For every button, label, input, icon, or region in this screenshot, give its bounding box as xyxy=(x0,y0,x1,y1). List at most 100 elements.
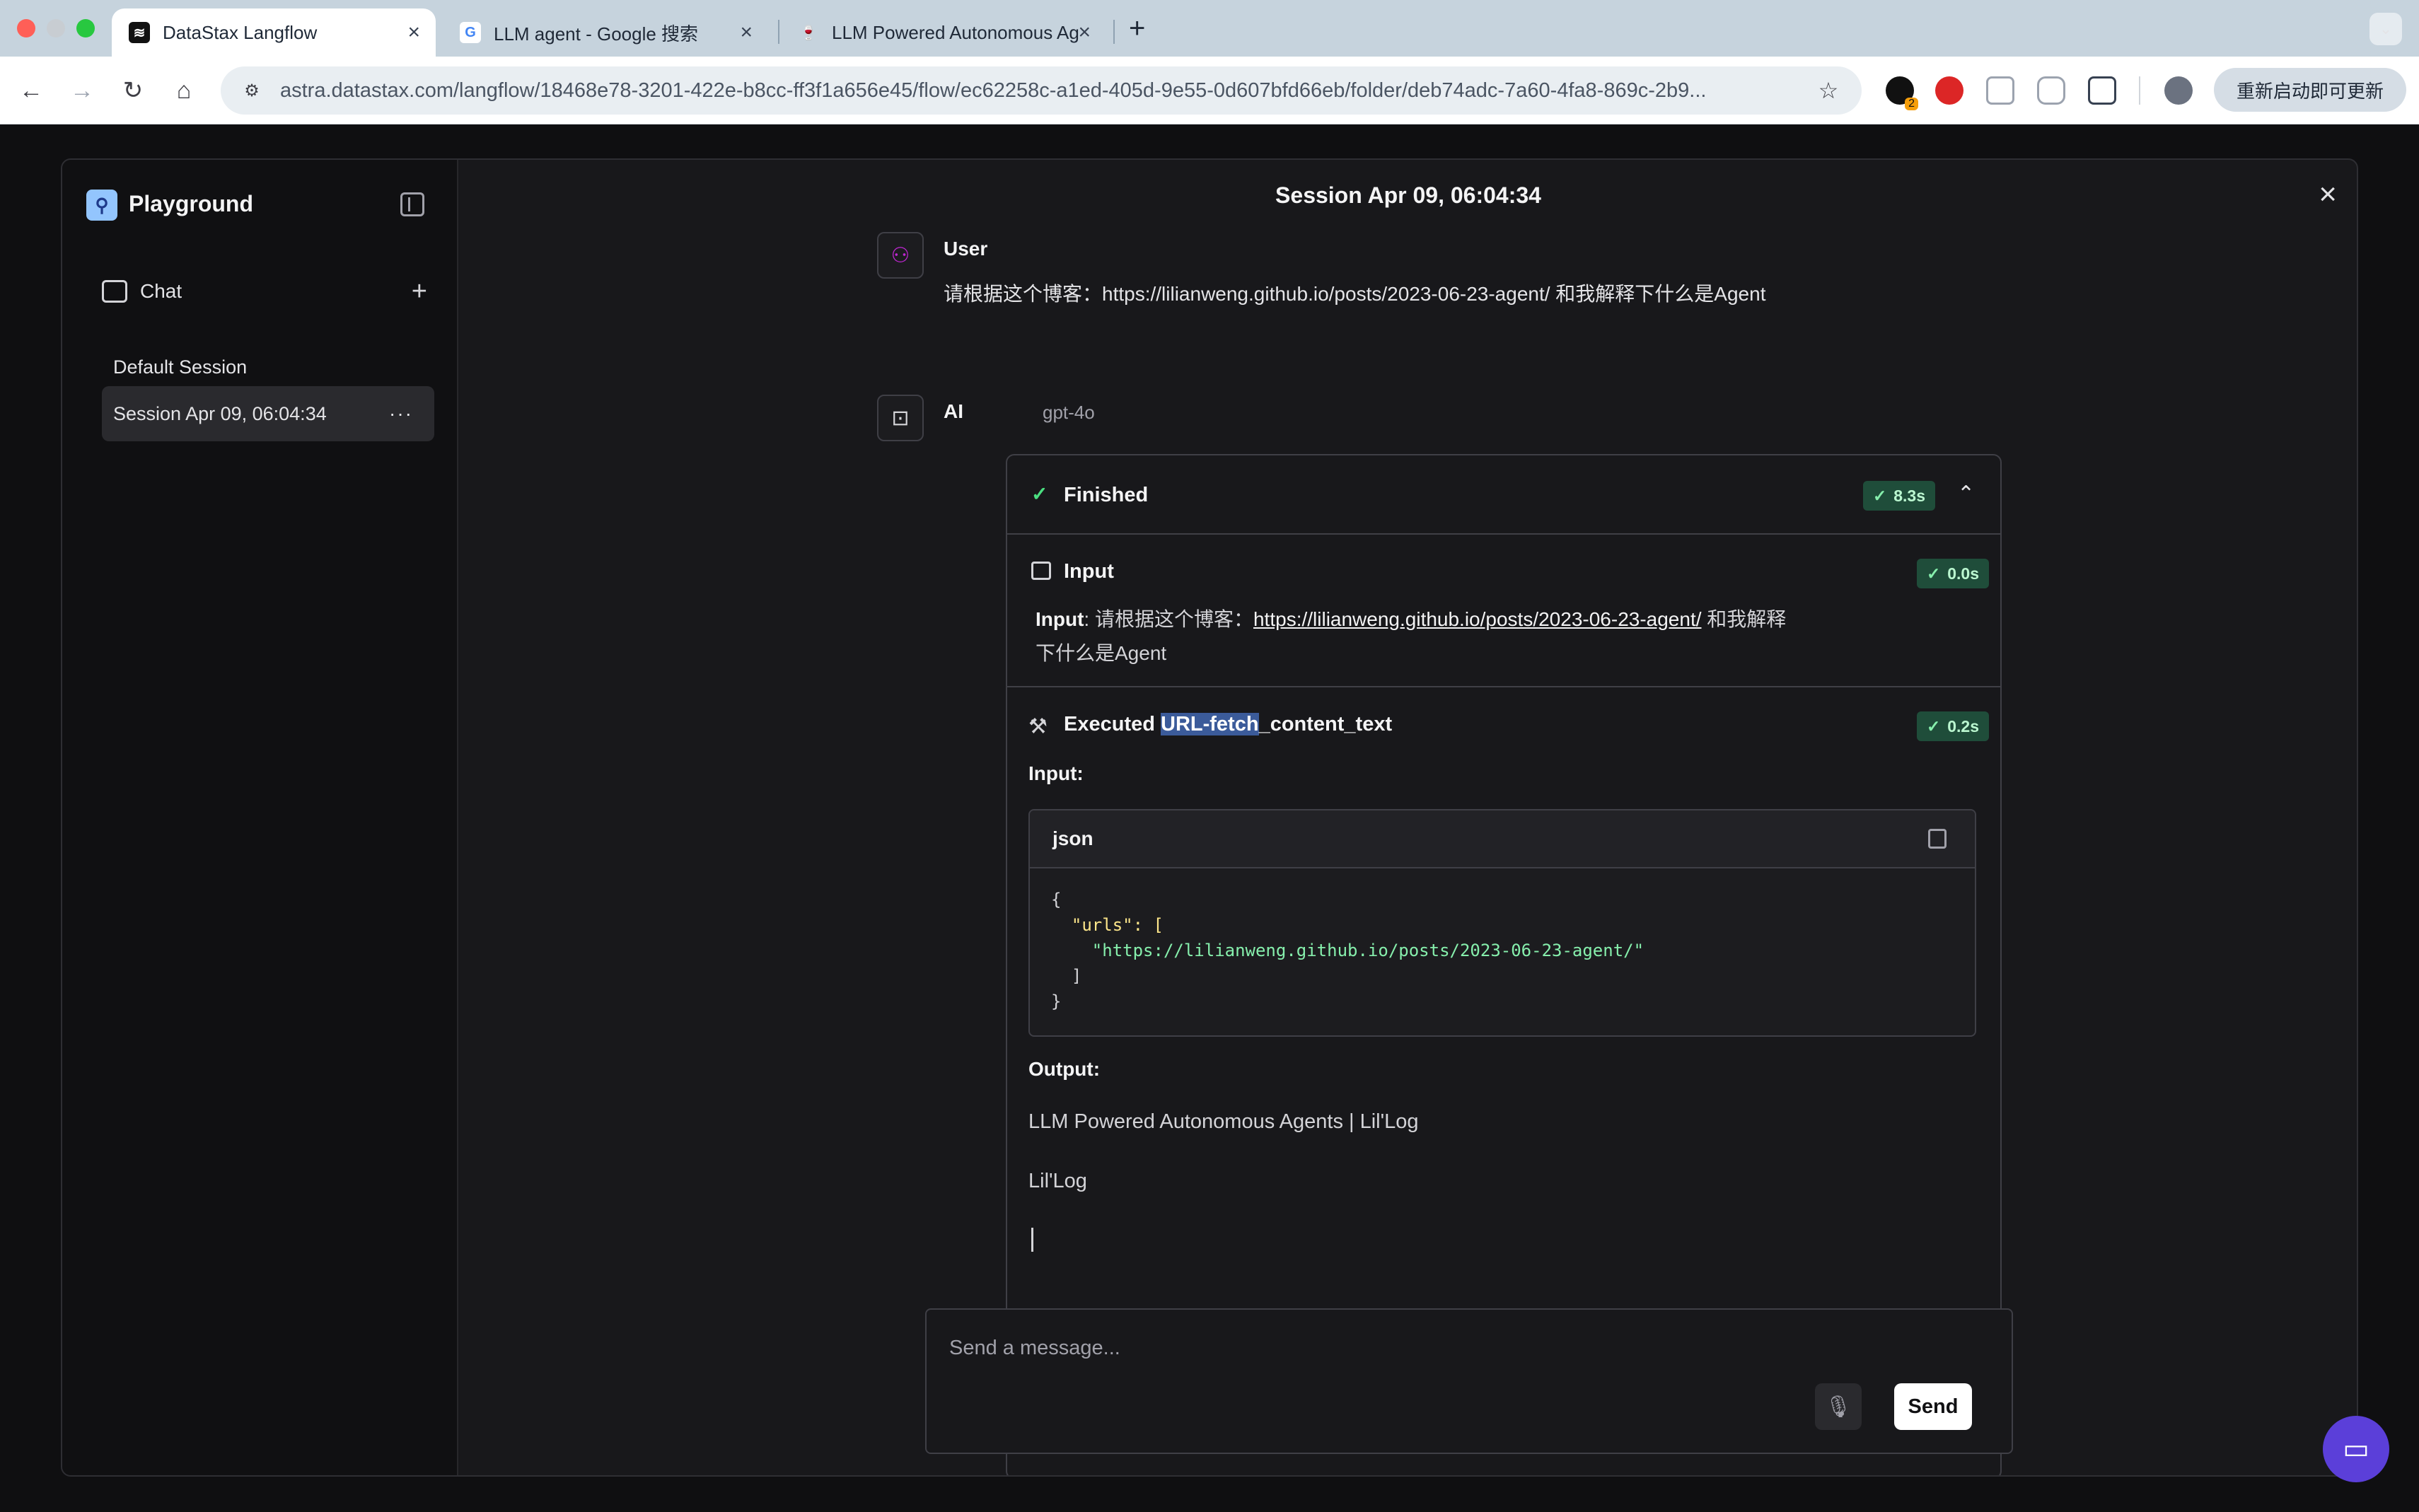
tab-close-icon[interactable]: × xyxy=(1078,21,1091,45)
message-input[interactable] xyxy=(949,1332,1798,1363)
toolbar-divider xyxy=(2139,76,2140,105)
address-bar[interactable]: ⚙ astra.datastax.com/langflow/18468e78-3… xyxy=(221,66,1862,115)
reload-icon[interactable]: ↻ xyxy=(115,72,151,109)
tool-duration-badge: ✓ 0.2s xyxy=(1916,711,1989,741)
url-text[interactable]: astra.datastax.com/langflow/18468e78-320… xyxy=(280,79,1811,103)
new-tab-plus-icon[interactable]: + xyxy=(1129,13,1145,45)
wine-glass-favicon-icon: 🍷 xyxy=(799,25,818,41)
chat-label: Chat xyxy=(140,280,182,302)
code-line: } xyxy=(1051,991,1062,1011)
check-icon: ✓ xyxy=(1926,564,1941,583)
tool-executed-title: Executed URL-fetch_content_text xyxy=(1064,713,1392,736)
back-arrow-icon[interactable]: ← xyxy=(13,72,50,109)
browser-tab-bar: ≋ DataStax Langflow × G LLM agent - Goog… xyxy=(0,0,2419,57)
user-avatar-icon: ⚇ xyxy=(877,232,924,279)
extension-icon-1[interactable]: 2 xyxy=(1886,76,1918,110)
code-block: json { "urls": [ "https://lilianweng.git… xyxy=(1028,809,1976,1037)
code-line: "https://lilianweng.github.io/posts/2023… xyxy=(1051,941,1644,960)
window-close-dot[interactable] xyxy=(17,19,35,37)
session-label: Session Apr 09, 06:04:34 xyxy=(113,402,327,424)
input-suffix: 和我解释 xyxy=(1701,608,1787,630)
code-header: json xyxy=(1030,810,1975,868)
ai-sender-name: AI xyxy=(944,400,963,422)
playground-logo-icon: ⚲ xyxy=(86,190,117,221)
collapse-sidebar-icon[interactable] xyxy=(400,192,424,216)
executed-label: Executed xyxy=(1064,713,1155,735)
site-settings-icon[interactable]: ⚙ xyxy=(238,76,266,105)
user-message-text: 请根据这个博客：https://lilianweng.github.io/pos… xyxy=(944,283,1766,305)
session-more-options-icon[interactable]: ··· xyxy=(389,402,413,425)
check-icon: ✓ xyxy=(1926,716,1941,735)
copy-icon[interactable] xyxy=(1928,829,1947,849)
tool-output-label: Output: xyxy=(1028,1058,1101,1080)
update-restart-button[interactable]: 重新启动即可更新 xyxy=(2214,68,2406,112)
steps-header[interactable]: ✓ Finished ✓ 8.3s ⌄ xyxy=(1007,455,2000,535)
check-icon: ✓ xyxy=(1031,483,1048,505)
home-icon[interactable]: ⌂ xyxy=(166,72,202,109)
playground-title: Playground xyxy=(129,191,254,216)
extension-icon-4[interactable] xyxy=(2037,76,2065,105)
user-sender-name: User xyxy=(944,238,988,260)
tab-close-icon[interactable]: × xyxy=(740,21,753,45)
tab-title: LLM Powered Autonomous Ag xyxy=(832,21,1079,43)
check-icon: ✓ xyxy=(1872,486,1887,505)
send-button[interactable]: Send xyxy=(1894,1383,1972,1430)
code-line: ] xyxy=(1051,966,1082,986)
playground-sidebar: ⚲ Playground Chat + Default Session Sess… xyxy=(62,160,458,1475)
code-line: { xyxy=(1051,890,1062,909)
extensions-puzzle-icon[interactable] xyxy=(2088,76,2116,105)
message-composer: 🎙 Send xyxy=(925,1308,2013,1454)
forward-arrow-icon[interactable]: → xyxy=(64,72,100,109)
tab-title: DataStax Langflow xyxy=(163,21,318,43)
blog-link[interactable]: https://lilianweng.github.io/posts/2023-… xyxy=(1253,608,1702,630)
extension-badge: 2 xyxy=(1905,98,1918,110)
chat-section-header: Chat + xyxy=(102,277,427,306)
profile-avatar[interactable] xyxy=(2164,76,2193,105)
hammer-icon: ⚒ xyxy=(1028,715,1048,738)
tab-separator xyxy=(778,20,779,44)
ai-model-name: gpt-4o xyxy=(1043,402,1095,423)
code-content: { "urls": [ "https://lilianweng.github.i… xyxy=(1030,868,1975,1033)
step-input-title: Input xyxy=(1064,560,1114,583)
new-chat-plus-icon[interactable]: + xyxy=(412,277,427,307)
input-duration-badge: ✓ 0.0s xyxy=(1916,559,1989,588)
microphone-icon[interactable]: 🎙 xyxy=(1815,1383,1862,1430)
tab-title: LLM agent - Google 搜索 xyxy=(494,23,699,45)
browser-tab-google[interactable]: G LLM agent - Google 搜索 × xyxy=(443,8,768,57)
text-cursor xyxy=(1031,1228,1033,1252)
help-chat-icon[interactable]: ▭ xyxy=(2323,1416,2389,1482)
input-label: Input xyxy=(1036,608,1084,630)
tool-name-rest: _content_text xyxy=(1258,713,1393,735)
window-maximize-dot[interactable] xyxy=(76,19,95,37)
chat-main-area: Session Apr 09, 06:04:34 × ⚇ User 请根据这个博… xyxy=(458,160,2357,1475)
duration-text: 8.3s xyxy=(1893,486,1925,505)
window-minimize-dot[interactable] xyxy=(47,19,65,37)
bot-avatar-icon: ⊡ xyxy=(877,395,924,441)
step-input-content: Input: 请根据这个博客：https://lilianweng.github… xyxy=(1036,603,1884,670)
message-square-icon xyxy=(1031,562,1051,580)
chevron-up-icon[interactable]: ⌄ xyxy=(1957,479,1975,504)
langflow-favicon-icon: ≋ xyxy=(129,22,150,43)
duration-text: 0.0s xyxy=(1947,564,1979,583)
browser-tab-lillog[interactable]: 🍷 LLM Powered Autonomous Ag × xyxy=(781,8,1106,57)
extension-icon-2[interactable] xyxy=(1935,76,1963,105)
close-modal-icon[interactable]: × xyxy=(2319,177,2337,212)
tool-name-selected: URL-fetch xyxy=(1161,713,1259,735)
extension-icon-3[interactable] xyxy=(1986,76,2014,105)
total-duration-badge: ✓ 8.3s xyxy=(1862,481,1935,511)
playground-modal: ⚲ Playground Chat + Default Session Sess… xyxy=(61,158,2358,1477)
session-item-apr09[interactable]: Session Apr 09, 06:04:34 ··· xyxy=(102,386,434,441)
chat-bubbles-icon xyxy=(102,280,127,303)
browser-toolbar: ← → ↻ ⌂ ⚙ astra.datastax.com/langflow/18… xyxy=(0,57,2419,124)
session-title: Session Apr 09, 06:04:34 xyxy=(1275,182,1541,208)
code-line: "urls": [ xyxy=(1051,915,1164,935)
bookmark-star-icon[interactable]: ☆ xyxy=(1811,77,1846,104)
duration-text: 0.2s xyxy=(1947,716,1979,735)
tab-close-icon[interactable]: × xyxy=(407,21,420,45)
input-prefix: : 请根据这个博客： xyxy=(1084,608,1253,630)
tab-search-chevron-icon[interactable]: ⌄ xyxy=(2369,13,2402,45)
tool-output-line: LLM Powered Autonomous Agents | Lil'Log xyxy=(1028,1110,1419,1133)
browser-tab-langflow[interactable]: ≋ DataStax Langflow × xyxy=(112,8,436,57)
step-input: Input ✓ 0.0s Input: 请根据这个博客：https://lili… xyxy=(1007,535,2000,687)
steps-status-label: Finished xyxy=(1064,484,1149,506)
